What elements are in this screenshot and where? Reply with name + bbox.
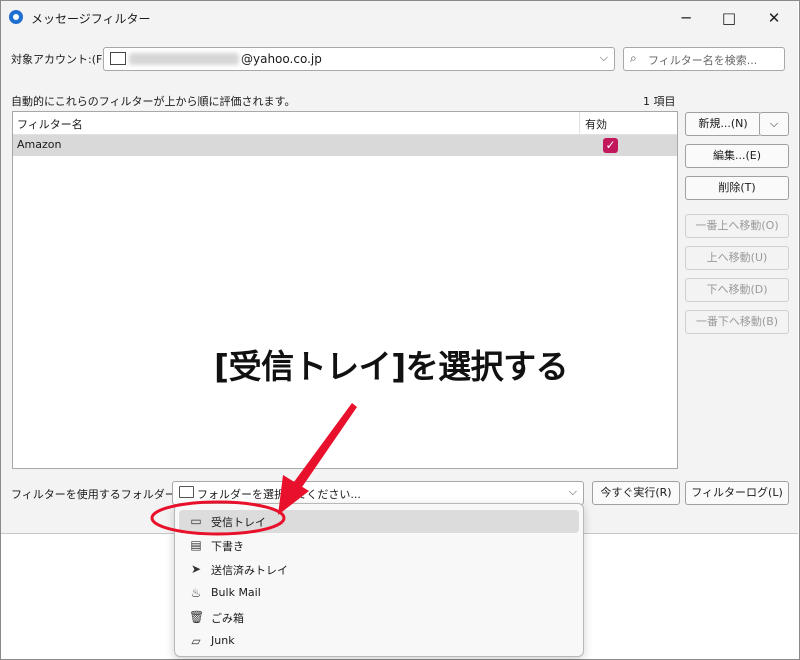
- highlight-ellipse: [150, 500, 286, 536]
- callout-arrow-shaft: [291, 403, 357, 490]
- annotation-overlay: [150, 403, 357, 536]
